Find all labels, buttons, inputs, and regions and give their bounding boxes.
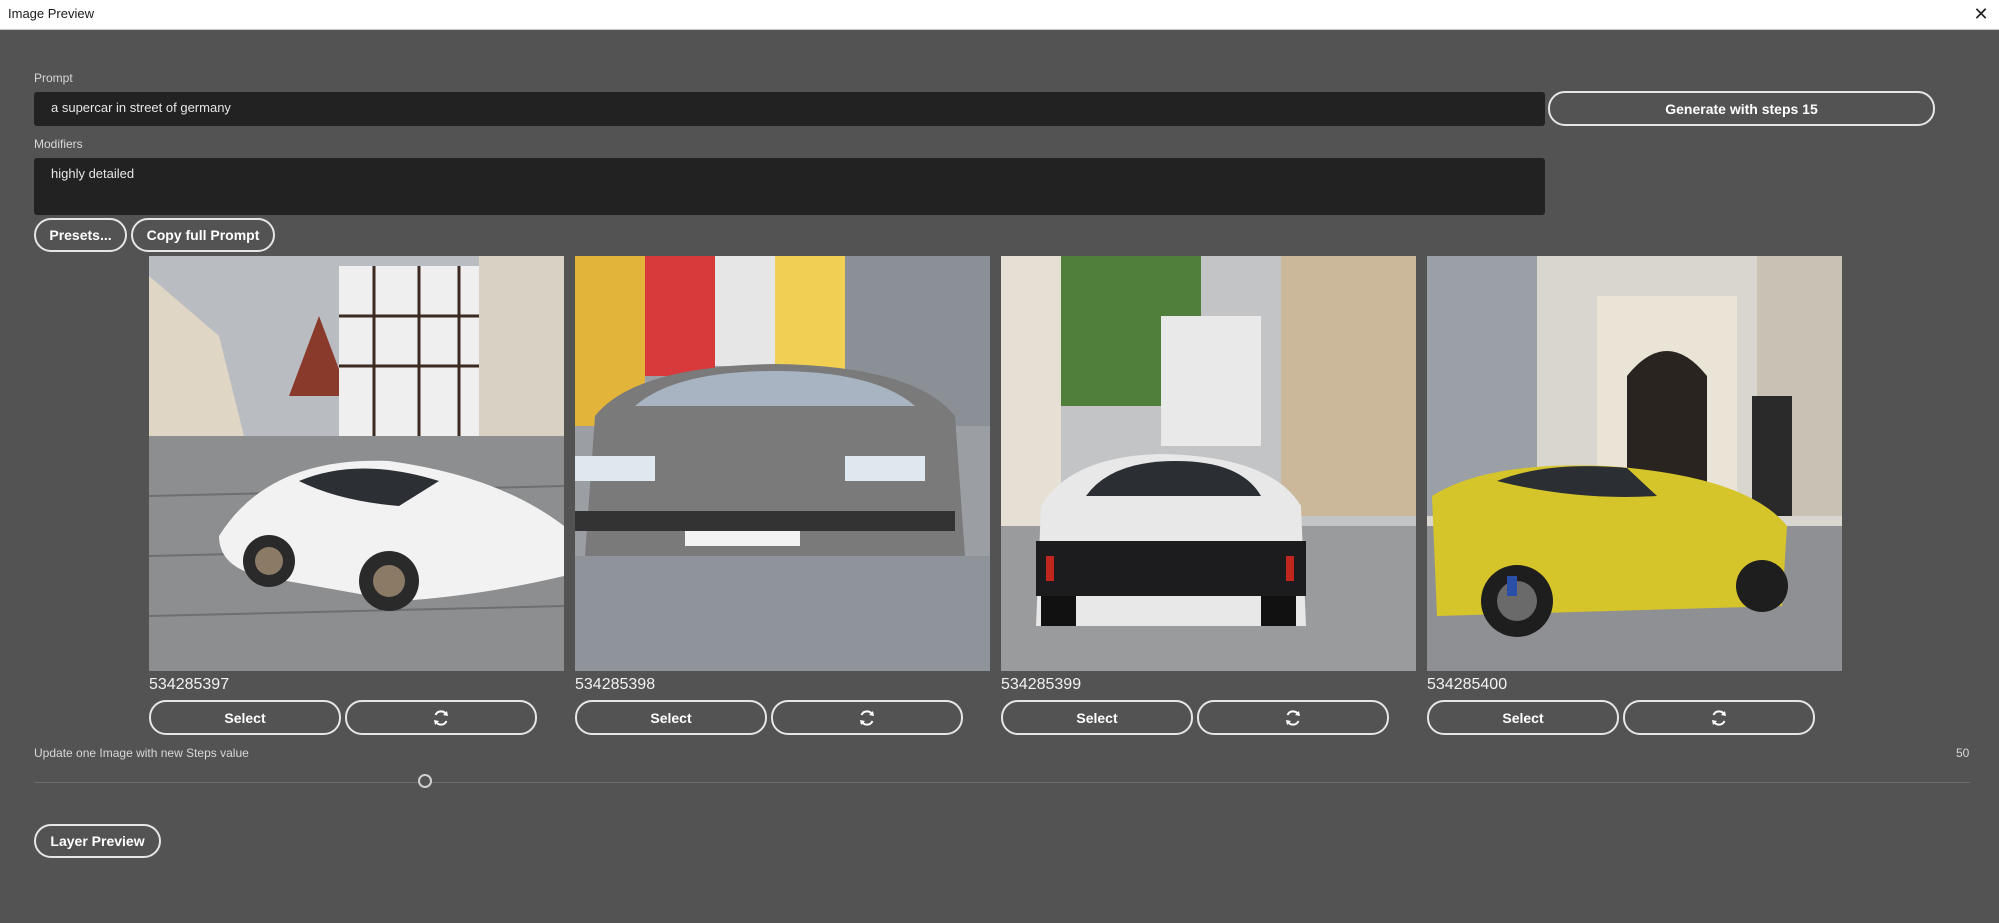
steps-slider-max: 50 [1956, 746, 1970, 760]
modifiers-input[interactable]: highly detailed [34, 158, 1545, 215]
select-button[interactable]: Select [575, 700, 767, 735]
generated-image[interactable] [575, 256, 990, 671]
image-card: 534285399 Select [1001, 256, 1416, 736]
image-seed: 534285398 [575, 676, 656, 693]
image-card: 534285400 Select [1427, 256, 1842, 736]
prompt-label: Prompt [34, 71, 73, 85]
refresh-icon[interactable] [345, 700, 537, 735]
generated-image[interactable] [149, 256, 564, 671]
refresh-icon[interactable] [1197, 700, 1389, 735]
presets-button[interactable]: Presets... [34, 218, 127, 252]
refresh-icon[interactable] [1623, 700, 1815, 735]
image-seed: 534285397 [149, 676, 230, 693]
select-button[interactable]: Select [1001, 700, 1193, 735]
refresh-icon[interactable] [771, 700, 963, 735]
generated-image[interactable] [1427, 256, 1842, 671]
close-icon[interactable]: ✕ [1969, 2, 1993, 26]
layer-preview-button[interactable]: Layer Preview [34, 824, 161, 858]
prompt-input[interactable]: a supercar in street of germany [34, 92, 1545, 126]
image-seed: 534285400 [1427, 676, 1508, 693]
select-button[interactable]: Select [1427, 700, 1619, 735]
generate-button[interactable]: Generate with steps 15 [1548, 91, 1935, 126]
copy-full-prompt-button[interactable]: Copy full Prompt [131, 218, 275, 252]
title-bar: Image Preview ✕ [0, 0, 1999, 30]
modifiers-label: Modifiers [34, 137, 83, 151]
image-seed: 534285399 [1001, 676, 1082, 693]
steps-slider-track[interactable] [34, 782, 1970, 783]
image-card: 534285397 Select [149, 256, 564, 736]
generated-image[interactable] [1001, 256, 1416, 671]
image-card: 534285398 Select [575, 256, 990, 736]
steps-slider-label: Update one Image with new Steps value [34, 746, 249, 760]
select-button[interactable]: Select [149, 700, 341, 735]
window-title: Image Preview [8, 6, 94, 21]
steps-slider-handle[interactable] [418, 774, 432, 788]
